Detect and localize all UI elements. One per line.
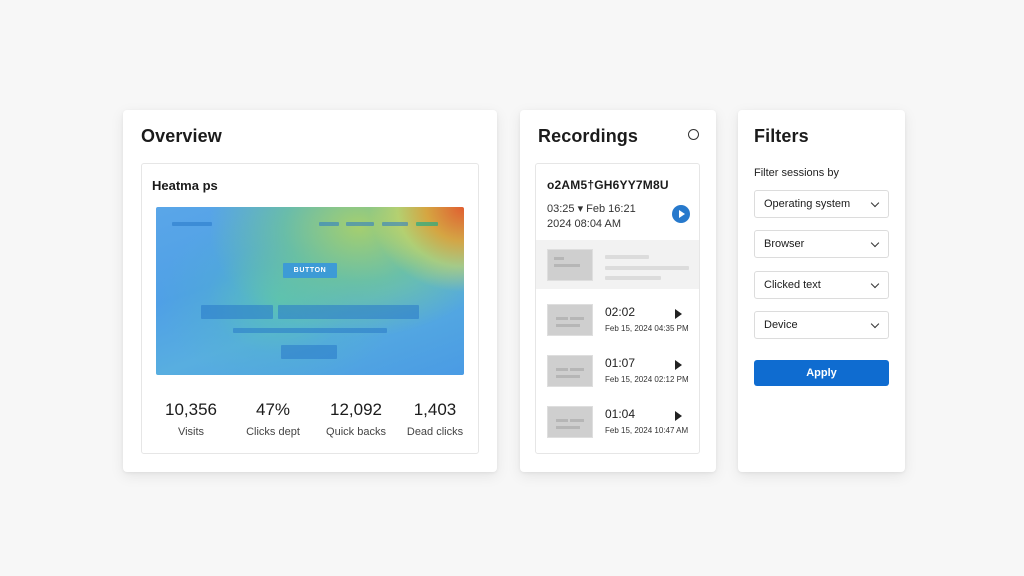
heatmap-content-placeholder bbox=[233, 328, 387, 333]
recording-meta: 03:25 ▾ Feb 16:21 bbox=[547, 203, 636, 215]
clicked-text-select[interactable]: Clicked text bbox=[754, 271, 889, 299]
apply-button[interactable]: Apply bbox=[754, 360, 889, 386]
select-value: Clicked text bbox=[764, 279, 821, 291]
stat-label: Visits bbox=[177, 426, 205, 438]
stat-value: 1,403 bbox=[413, 400, 457, 419]
recording-item[interactable]: 01:04 Feb 15, 2024 10:47 AM bbox=[536, 402, 699, 452]
heatmap-content-placeholder bbox=[281, 345, 337, 359]
overview-card: Overview Heatma ps BUTTON 10,356 Visits … bbox=[123, 110, 497, 472]
stat-label: Dead clicks bbox=[406, 426, 464, 438]
recording-id: o2AM5†GH6YY7M8U bbox=[547, 178, 669, 192]
heatmap-nav-placeholder bbox=[319, 222, 339, 226]
stat-visits: 10,356 Visits bbox=[163, 400, 219, 438]
heatmap-nav-placeholder bbox=[416, 222, 438, 226]
recording-duration: 02:02 bbox=[605, 305, 636, 319]
heatmap-panel: Heatma ps BUTTON 10,356 Visits 47% Click… bbox=[141, 163, 479, 454]
play-icon[interactable] bbox=[675, 309, 682, 319]
play-icon[interactable] bbox=[675, 360, 682, 370]
recordings-title: Recordings bbox=[538, 126, 639, 146]
recording-thumbnail bbox=[547, 249, 593, 281]
recording-preview-row[interactable] bbox=[536, 240, 699, 289]
play-icon[interactable] bbox=[675, 411, 682, 421]
recording-item[interactable]: 01:07 Feb 15, 2024 02:12 PM bbox=[536, 351, 699, 401]
browser-select[interactable]: Browser bbox=[754, 230, 889, 258]
recording-date: Feb 15, 2024 02:12 PM bbox=[605, 375, 689, 384]
stat-clicks: 47% Clicks dept bbox=[242, 400, 304, 438]
chevron-down-icon bbox=[870, 319, 880, 329]
recording-duration: 01:07 bbox=[605, 356, 636, 370]
operating-system-select[interactable]: Operating system bbox=[754, 190, 889, 218]
select-value: Operating system bbox=[764, 198, 851, 210]
record-status-icon[interactable] bbox=[688, 129, 699, 140]
stat-value: 12,092 bbox=[330, 400, 382, 419]
recording-date: Feb 15, 2024 10:47 AM bbox=[605, 426, 689, 435]
recording-item[interactable]: 02:02 Feb 15, 2024 04:35 PM bbox=[536, 300, 699, 350]
recording-thumbnail bbox=[547, 355, 593, 387]
stat-label: Clicks dept bbox=[246, 426, 300, 438]
heatmap-nav-placeholder bbox=[382, 222, 408, 226]
chevron-down-icon bbox=[870, 238, 880, 248]
stat-value: 47% bbox=[255, 400, 291, 419]
heatmap-content-placeholder bbox=[278, 305, 419, 319]
recordings-card: Recordings o2AM5†GH6YY7M8U 03:25 ▾ Feb 1… bbox=[520, 110, 716, 472]
filters-title: Filters bbox=[754, 126, 809, 146]
recording-thumbnail bbox=[547, 304, 593, 336]
device-select[interactable]: Device bbox=[754, 311, 889, 339]
heatmap-button: BUTTON bbox=[283, 263, 337, 278]
stat-label: Quick backs bbox=[326, 426, 386, 438]
text-placeholder bbox=[605, 276, 661, 280]
text-placeholder bbox=[605, 266, 689, 270]
chevron-down-icon bbox=[870, 198, 880, 208]
recording-meta: 2024 08:04 AM bbox=[547, 218, 622, 230]
recording-thumbnail bbox=[547, 406, 593, 438]
select-value: Device bbox=[764, 319, 798, 331]
play-icon[interactable] bbox=[672, 205, 690, 223]
overview-title: Overview bbox=[141, 126, 222, 146]
heatmap-logo-placeholder bbox=[172, 222, 212, 226]
text-placeholder bbox=[605, 255, 649, 259]
heatmap-title: Heatma ps bbox=[152, 178, 218, 193]
stat-dead-clicks: 1,403 Dead clicks bbox=[404, 400, 466, 438]
heatmap-nav-placeholder bbox=[346, 222, 374, 226]
stat-quick-backs: 12,092 Quick backs bbox=[324, 400, 388, 438]
heatmap-preview[interactable]: BUTTON bbox=[156, 207, 464, 375]
recording-date: Feb 15, 2024 04:35 PM bbox=[605, 324, 689, 333]
filter-caption: Filter sessions by bbox=[754, 167, 839, 179]
recording-duration: 01:04 bbox=[605, 407, 636, 421]
heatmap-content-placeholder bbox=[201, 305, 273, 319]
stats-row: 10,356 Visits 47% Clicks dept 12,092 Qui… bbox=[142, 400, 480, 450]
recordings-list: o2AM5†GH6YY7M8U 03:25 ▾ Feb 16:21 2024 0… bbox=[535, 163, 700, 454]
filters-card: Filters Filter sessions by Operating sys… bbox=[738, 110, 905, 472]
chevron-down-icon bbox=[870, 279, 880, 289]
select-value: Browser bbox=[764, 238, 805, 250]
stat-value: 10,356 bbox=[165, 400, 217, 419]
